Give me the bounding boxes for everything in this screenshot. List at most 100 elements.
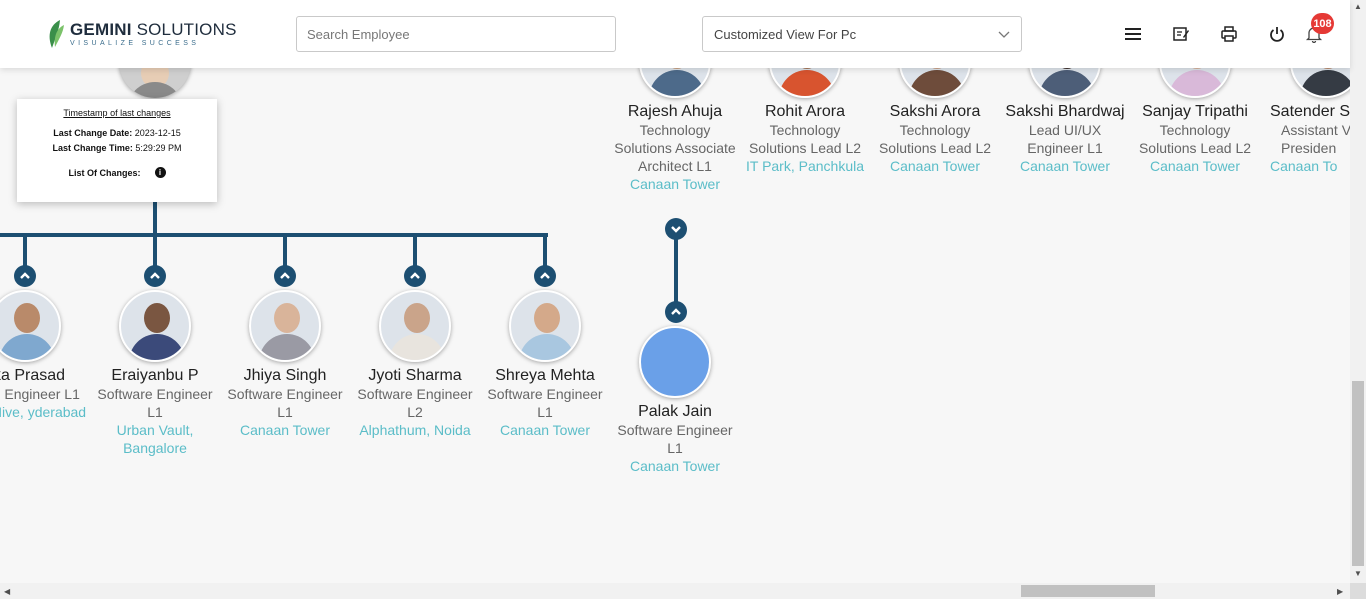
chevron-down-icon <box>998 31 1010 38</box>
employee-role: Lead UI/UX Engineer L1 <box>1027 122 1103 156</box>
logout-button[interactable] <box>1267 24 1287 44</box>
timestamp-popup: Timestamp of last changes Last Change Da… <box>17 99 217 202</box>
collapse-toggle[interactable] <box>534 265 556 287</box>
power-icon <box>1270 27 1284 42</box>
employee-role: Technology Solutions Lead L2 <box>1138 122 1252 156</box>
last-change-date-value: 2023-12-15 <box>134 128 181 138</box>
view-select-value: Customized View For Pc <box>714 26 857 42</box>
employee-role: Technology Solutions Associate Architect… <box>614 122 736 174</box>
employee-name: Sanjay Tripathi <box>1142 103 1248 120</box>
employee-location: Canaan Tower <box>499 422 591 438</box>
last-change-date-label: Last Change Date: <box>53 128 133 138</box>
chevron-up-icon <box>20 272 30 279</box>
employee-location: Canaan Tower <box>239 422 331 438</box>
employee-card[interactable]: Palak Jain Software Engineer L1 Canaan T… <box>610 326 740 475</box>
scroll-down-arrow-icon[interactable]: ▼ <box>1354 569 1362 578</box>
logo-second-text: SOLUTIONS <box>131 20 237 39</box>
employee-card[interactable]: Shreya Mehta Software Engineer L1 Canaan… <box>480 290 610 439</box>
employee-name: Jhiya Singh <box>243 367 327 384</box>
connector-line <box>153 233 157 268</box>
employee-location: Urban Vault, Bangalore <box>116 422 194 456</box>
print-icon <box>1221 26 1237 42</box>
list-of-changes-label: List Of Changes: <box>68 167 141 178</box>
chevron-down-icon <box>671 226 681 233</box>
top-header: GEMINI SOLUTIONS VISUALIZE SUCCESS Custo… <box>0 0 1350 68</box>
last-change-time: Last Change Time: 5:29:29 PM <box>17 143 217 153</box>
connector-line <box>283 233 287 268</box>
employee-role: ware Engineer L1 <box>0 386 80 402</box>
employee-role: Technology Solutions Lead L2 <box>878 122 992 156</box>
employee-role: Assistant V Presiden <box>1281 122 1350 156</box>
employee-card[interactable]: Eraiyanbu P Software Engineer L1 Urban V… <box>90 290 220 457</box>
edit-note-button[interactable] <box>1171 24 1191 44</box>
employee-location: Alphathum, Noida <box>359 422 471 438</box>
collapse-toggle[interactable] <box>404 265 426 287</box>
hamburger-menu-button[interactable] <box>1123 24 1143 44</box>
leaf-logo-icon <box>49 20 64 48</box>
employee-location: Canaan Tower <box>1149 158 1241 174</box>
logo-tagline: VISUALIZE SUCCESS <box>70 40 200 47</box>
scroll-up-arrow-icon[interactable]: ▲ <box>1354 2 1362 11</box>
vertical-scroll-thumb[interactable] <box>1352 381 1364 566</box>
avatar <box>0 290 61 362</box>
collapse-toggle[interactable] <box>14 265 36 287</box>
collapse-toggle[interactable] <box>144 265 166 287</box>
employee-name: Satender S <box>1270 103 1350 120</box>
employee-role: Software Engineer L1 <box>487 386 603 420</box>
avatar <box>379 290 451 362</box>
collapse-toggle[interactable] <box>274 265 296 287</box>
scroll-right-arrow-icon[interactable]: ▶ <box>1337 587 1343 596</box>
avatar-placeholder <box>639 326 711 398</box>
view-select[interactable]: Customized View For Pc <box>702 16 1022 52</box>
employee-location: IT Park, Panchkula <box>745 158 865 174</box>
last-change-date: Last Change Date: 2023-12-15 <box>17 128 217 138</box>
connector-line <box>413 233 417 268</box>
timestamp-title: Timestamp of last changes <box>63 108 171 118</box>
collapse-toggle[interactable] <box>665 301 687 323</box>
connector-line <box>23 233 27 268</box>
horizontal-scroll-thumb[interactable] <box>1021 585 1155 597</box>
employee-name: Sakshi Bhardwaj <box>1005 103 1125 120</box>
employee-location: Canaan Tower <box>889 158 981 174</box>
hamburger-menu-icon <box>1125 28 1141 40</box>
list-of-changes: List Of Changes: i <box>17 167 217 178</box>
scroll-left-arrow-icon[interactable]: ◀ <box>4 587 10 596</box>
expand-toggle[interactable] <box>665 218 687 240</box>
scrollbar-corner <box>1350 583 1366 599</box>
employee-role: Software Engineer L2 <box>357 386 473 420</box>
chevron-up-icon <box>671 308 681 315</box>
employee-location: Canaan To <box>1270 158 1338 174</box>
employee-card[interactable]: Jhiya Singh Software Engineer L1 Canaan … <box>220 290 350 439</box>
connector-line <box>543 233 547 268</box>
employee-card[interactable]: kka Prasad ware Engineer L1 The Hive, yd… <box>0 290 90 421</box>
notification-count-badge: 108 <box>1311 13 1334 34</box>
last-change-time-value: 5:29:29 PM <box>135 143 182 153</box>
info-icon[interactable]: i <box>154 167 166 178</box>
employee-location: Canaan Tower <box>629 458 721 474</box>
employee-name: Rohit Arora <box>764 103 846 120</box>
employee-name: Rajesh Ahuja <box>627 103 723 120</box>
employee-role: Software Engineer L1 <box>227 386 343 420</box>
print-button[interactable] <box>1219 24 1239 44</box>
chevron-up-icon <box>410 272 420 279</box>
employee-name: Jyoti Sharma <box>368 367 462 384</box>
employee-role: Technology Solutions Lead L2 <box>748 122 862 156</box>
employee-location: Canaan Tower <box>1019 158 1111 174</box>
employee-name: Eraiyanbu P <box>111 367 199 384</box>
edit-note-icon <box>1173 27 1189 41</box>
org-chart-canvas[interactable]: Timestamp of last changes Last Change Da… <box>0 0 1350 583</box>
employee-name: kka Prasad <box>0 367 66 384</box>
employee-location: The Hive, yderabad <box>0 404 87 420</box>
connector-line <box>0 233 548 237</box>
employee-card[interactable]: Jyoti Sharma Software Engineer L2 Alphat… <box>350 290 480 439</box>
avatar <box>119 290 191 362</box>
employee-name: Sakshi Arora <box>889 103 981 120</box>
chevron-up-icon <box>280 272 290 279</box>
logo-main-text: GEMINI <box>70 20 132 39</box>
avatar <box>509 290 581 362</box>
employee-role: Software Engineer L1 <box>617 422 733 456</box>
gemini-logo[interactable]: GEMINI SOLUTIONS VISUALIZE SUCCESS <box>46 17 237 51</box>
chevron-up-icon <box>540 272 550 279</box>
search-employee-input[interactable] <box>296 16 616 52</box>
connector-line <box>674 238 678 304</box>
